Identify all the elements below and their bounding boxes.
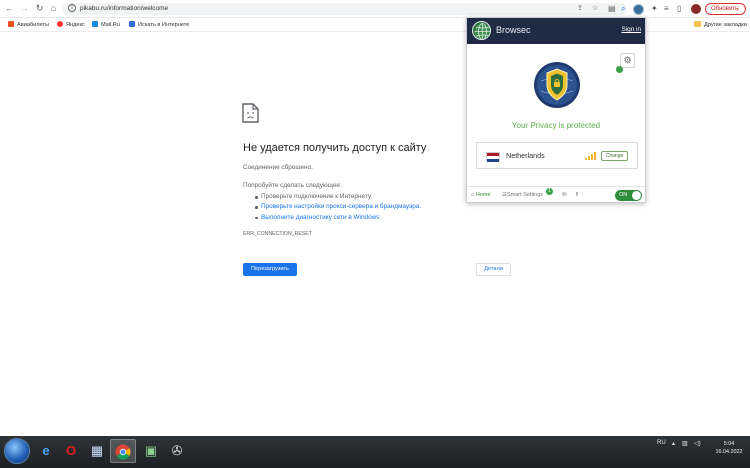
bookmark-label: Другие закладки: [704, 22, 747, 28]
home-icon[interactable]: ⌂: [48, 3, 59, 14]
bookmark-label: Искать в Интернете: [138, 22, 190, 28]
popup-header: Browsec Sign in: [467, 18, 645, 44]
extensions-icon[interactable]: ✦: [651, 4, 658, 14]
suggestion-item: Проверьте подключение к Интернету.: [255, 192, 421, 202]
home-icon: ⌂: [471, 192, 475, 198]
error-subtitle: Соединение сброшено.: [243, 164, 313, 171]
notification-badge: 1: [546, 188, 553, 195]
language-indicator[interactable]: RU: [657, 440, 666, 446]
screen: ← → ↻ ⌂ i pikabu.ru/information/welcome …: [0, 0, 750, 468]
sign-in-link[interactable]: Sign in: [621, 26, 641, 33]
bookmark-favicon: [8, 21, 14, 27]
profile-avatar[interactable]: [691, 4, 701, 14]
bookmark-favicon: [129, 21, 135, 27]
gear-icon[interactable]: ⚙: [620, 53, 635, 68]
bookmark-mailru[interactable]: Mail.Ru: [92, 20, 120, 30]
privacy-status: Your Privacy is protected: [511, 121, 601, 130]
system-clock[interactable]: 5:04 16.04.2022: [712, 440, 746, 456]
bookmark-label: Mail.Ru: [101, 22, 120, 28]
windows-taskbar: e O ▦ ▣ ✇ RU ▴ ▥ ◁) 5:04 16.04.2022: [0, 436, 750, 468]
brand-name: Browsec: [496, 25, 531, 35]
reader-icon[interactable]: ▤: [608, 4, 616, 14]
network-icon[interactable]: ▥: [682, 440, 688, 447]
smart-settings-label: Smart Settings: [506, 192, 544, 198]
bookmark-search-internet[interactable]: Искать в Интернете: [129, 20, 189, 30]
menu-dots-icon: ⋮: [735, 6, 741, 12]
location-selector[interactable]: Netherlands Change: [476, 142, 638, 169]
reload-icon[interactable]: ↻: [34, 3, 45, 14]
back-icon[interactable]: ←: [4, 3, 15, 14]
share-icon[interactable]: ⇪: [577, 4, 583, 14]
notes-app-icon[interactable]: ▦: [84, 439, 110, 463]
suggestion-link-proxy[interactable]: Проверьте настройки прокси-сервера и бра…: [255, 202, 421, 212]
search-icon[interactable]: ⌕: [621, 4, 625, 14]
vpn-toggle[interactable]: ON: [615, 190, 642, 201]
tray-expand-icon[interactable]: ▴: [672, 440, 675, 447]
bookmark-favicon: [92, 21, 98, 27]
side-panel-icon[interactable]: ▯: [677, 4, 681, 14]
suggestion-link-diagnostics[interactable]: Выполните диагностику сети в Windows: [255, 213, 421, 223]
smart-settings-tab[interactable]: ☰Smart Settings: [502, 192, 543, 199]
browsec-popup: Browsec Sign in ⚙ Your Privacy is protec…: [466, 17, 646, 203]
bookmark-favicon: [57, 21, 63, 27]
facebook-icon[interactable]: f: [576, 192, 578, 199]
browser-toolbar: ← → ↻ ⌂ i pikabu.ru/information/welcome …: [0, 0, 750, 18]
status-dot-icon: [616, 66, 623, 73]
bookmark-aviabilety[interactable]: Авиабилеты: [8, 20, 49, 30]
shield-globe-icon: [534, 62, 580, 108]
toggle-knob: [632, 191, 641, 200]
home-label: Home: [475, 192, 491, 198]
site-info-icon[interactable]: i: [68, 4, 76, 12]
update-button[interactable]: Обновить ⋮: [705, 3, 746, 15]
error-try-label: Попробуйте сделать следующее:: [243, 182, 342, 189]
error-title: Не удается получить доступ к сайту: [243, 142, 427, 154]
bookmark-star-icon[interactable]: ☆: [592, 4, 598, 14]
reading-list-icon[interactable]: ≡: [664, 4, 669, 14]
bookmark-label: Авиабилеты: [17, 22, 50, 28]
tools-app-icon[interactable]: ✇: [164, 439, 190, 463]
bookmark-other-folder[interactable]: Другие закладки: [694, 20, 747, 30]
mail-icon[interactable]: ✉: [562, 192, 567, 199]
volume-icon[interactable]: ◁): [694, 440, 701, 447]
clock-date: 16.04.2022: [715, 449, 743, 455]
forward-icon[interactable]: →: [19, 3, 30, 14]
toggle-label: ON: [619, 192, 628, 198]
error-code: ERR_CONNECTION_RESET: [243, 231, 312, 237]
popup-footer: ⌂ Home ☰Smart Settings 1 ✉ f ON: [467, 186, 645, 203]
location-name: Netherlands: [506, 151, 545, 160]
folder-icon: [694, 21, 701, 27]
opera-icon[interactable]: O: [58, 439, 84, 463]
chrome-icon[interactable]: [110, 439, 136, 463]
netherlands-flag-icon: [486, 152, 500, 162]
internet-explorer-icon[interactable]: e: [33, 439, 59, 463]
sad-document-icon: [242, 103, 259, 123]
change-location-button[interactable]: Change: [601, 151, 628, 161]
globe-logo-icon: [472, 21, 491, 40]
reload-button[interactable]: Перезагрузить: [243, 263, 297, 276]
clock-time: 5:04: [723, 441, 735, 447]
suggestion-list: Проверьте подключение к Интернету. Прове…: [255, 192, 421, 223]
bookmark-label: Яндекс: [66, 22, 85, 28]
start-button[interactable]: [4, 438, 30, 464]
home-tab[interactable]: ⌂ Home: [471, 192, 491, 199]
terminal-app-icon[interactable]: ▣: [138, 439, 164, 463]
signal-strength-icon: [585, 152, 597, 160]
address-url[interactable]: pikabu.ru/information/welcome: [80, 4, 168, 14]
browsec-extension-icon[interactable]: [633, 4, 644, 15]
address-bar[interactable]: i pikabu.ru/information/welcome ⇪ ☆: [62, 3, 627, 15]
details-button[interactable]: Детали: [476, 263, 511, 276]
bookmark-yandex[interactable]: Яндекс: [57, 20, 85, 30]
